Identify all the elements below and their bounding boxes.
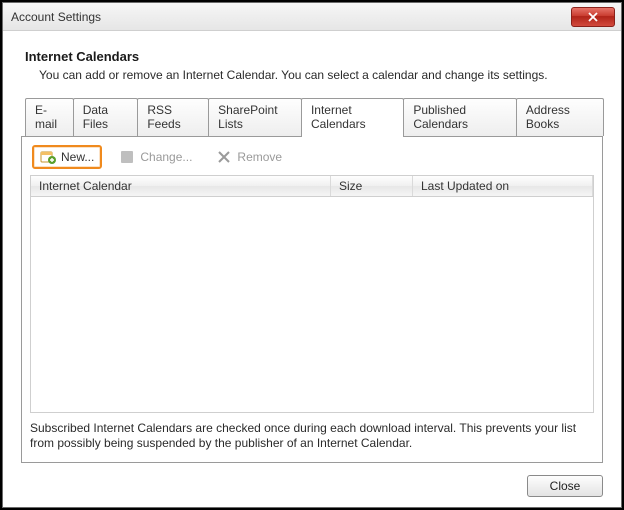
calendar-list: Internet Calendar Size Last Updated on <box>30 175 594 413</box>
change-icon <box>119 149 135 165</box>
column-header-updated[interactable]: Last Updated on <box>413 176 593 196</box>
tab-internet-calendars[interactable]: Internet Calendars <box>301 98 404 137</box>
change-button: Change... <box>112 146 199 168</box>
toolbar: New... Change... Remove <box>30 145 594 175</box>
window-title: Account Settings <box>11 10 571 24</box>
page-title: Internet Calendars <box>25 49 599 64</box>
account-settings-dialog: Account Settings Internet Calendars You … <box>2 2 622 508</box>
window-close-button[interactable] <box>571 7 615 27</box>
tab-panel-internet-calendars: New... Change... Remove Interne <box>21 136 603 463</box>
dialog-footer: Close <box>21 463 603 497</box>
tab-rss-feeds[interactable]: RSS Feeds <box>137 98 209 136</box>
close-icon <box>588 12 598 22</box>
dialog-header: Internet Calendars You can add or remove… <box>21 45 603 98</box>
tab-sharepoint-lists[interactable]: SharePoint Lists <box>208 98 302 136</box>
tabstrip: E-mail Data Files RSS Feeds SharePoint L… <box>21 98 603 136</box>
column-header-name[interactable]: Internet Calendar <box>31 176 331 196</box>
remove-icon <box>216 149 232 165</box>
tab-data-files[interactable]: Data Files <box>73 98 139 136</box>
tab-email[interactable]: E-mail <box>25 98 74 136</box>
column-header-size[interactable]: Size <box>331 176 413 196</box>
new-calendar-icon <box>40 149 56 165</box>
remove-button: Remove <box>209 146 289 168</box>
new-button[interactable]: New... <box>32 145 102 169</box>
page-subtitle: You can add or remove an Internet Calend… <box>25 68 599 82</box>
titlebar: Account Settings <box>3 3 621 31</box>
calendar-list-body <box>31 197 593 412</box>
calendar-list-header: Internet Calendar Size Last Updated on <box>31 176 593 197</box>
close-button[interactable]: Close <box>527 475 603 497</box>
tab-address-books[interactable]: Address Books <box>516 98 604 136</box>
note-text: Subscribed Internet Calendars are checke… <box>30 413 594 452</box>
tab-published-calendars[interactable]: Published Calendars <box>403 98 517 136</box>
